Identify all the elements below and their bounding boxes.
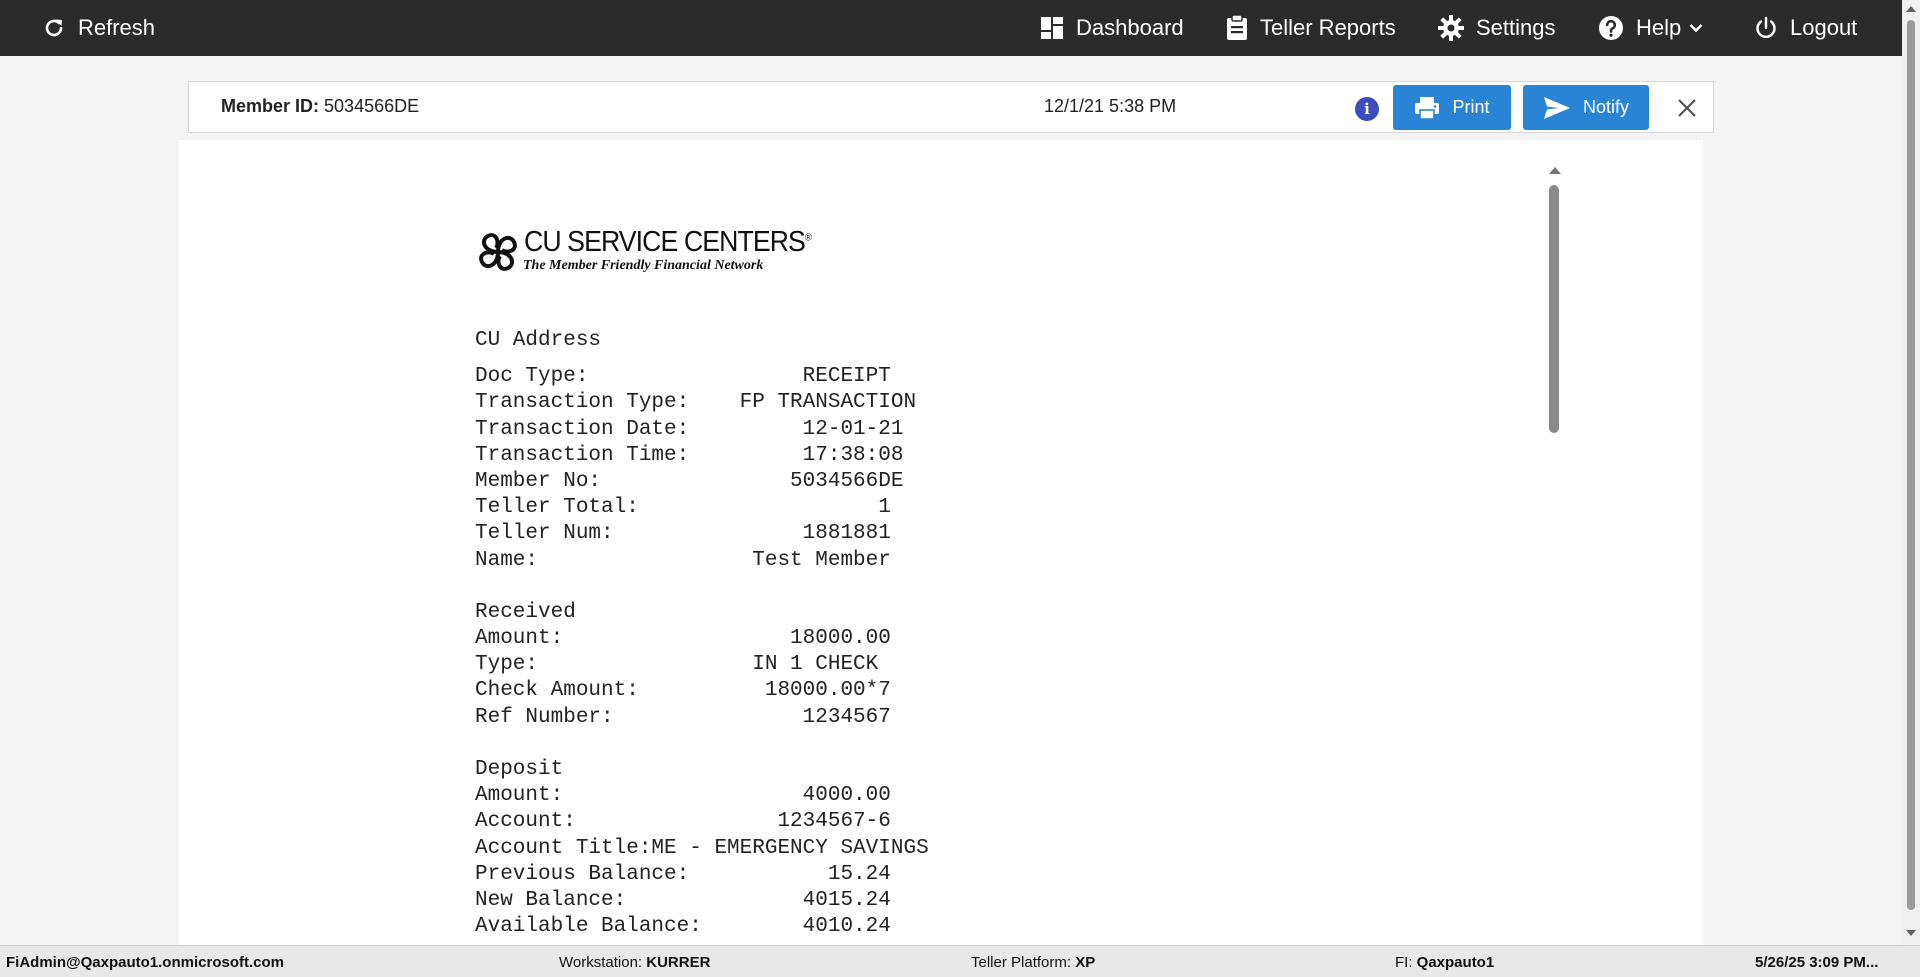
receipt-line: Received xyxy=(475,600,576,624)
status-teller-platform: Teller Platform: XP xyxy=(971,954,1096,971)
document-scrollbar[interactable] xyxy=(1546,165,1562,945)
send-icon xyxy=(1543,96,1571,120)
nav-dashboard[interactable]: Dashboard xyxy=(1040,0,1184,56)
print-label: Print xyxy=(1452,97,1490,117)
member-id-label: Member ID: xyxy=(221,96,320,116)
status-bar: FiAdmin@Qaxpauto1.onmicrosoft.com Workst… xyxy=(0,945,1920,977)
notify-label: Notify xyxy=(1582,97,1629,117)
printer-icon xyxy=(1414,96,1440,120)
status-datetime: 5/26/25 3:09 PM... xyxy=(1755,954,1879,971)
close-icon[interactable] xyxy=(1675,96,1699,120)
logo-swirl-icon xyxy=(479,233,517,271)
receipt-datetime: 12/1/21 5:38 PM xyxy=(1044,96,1177,116)
nav-teller-reports[interactable]: Teller Reports xyxy=(1226,0,1396,56)
receipt-line: Transaction Time: 17:38:08 xyxy=(475,443,904,467)
chevron-down-icon xyxy=(1689,23,1703,33)
clipboard-icon xyxy=(1226,15,1248,41)
status-user: FiAdmin@Qaxpauto1.onmicrosoft.com xyxy=(6,954,284,971)
receipt-line: Transaction Date: 12-01-21 xyxy=(475,417,904,441)
status-workstation: Workstation: KURRER xyxy=(559,954,711,971)
nav-help-dropdown[interactable]: Help xyxy=(1598,0,1703,56)
dashboard-icon xyxy=(1040,16,1064,40)
top-navigation-bar: Refresh Dashboard Teller Reports Setting… xyxy=(0,0,1902,56)
nav-settings[interactable]: Settings xyxy=(1438,0,1556,56)
receipt-line: CU Address xyxy=(475,329,602,352)
window-scroll-up-icon[interactable] xyxy=(1906,6,1916,12)
gear-icon xyxy=(1438,15,1464,41)
receipt-line: Teller Total: 1 xyxy=(475,496,891,520)
receipt-line xyxy=(475,731,929,757)
window-scroll-thumb[interactable] xyxy=(1907,20,1915,910)
scroll-up-arrow-icon[interactable] xyxy=(1549,167,1561,174)
refresh-button[interactable]: Refresh xyxy=(42,0,155,56)
window-scroll-down-icon[interactable] xyxy=(1906,930,1916,936)
logo-name: CU SERVICE CENTERS® xyxy=(524,226,812,258)
receipt-line: Check Amount: 18000.00*7 xyxy=(475,679,891,703)
help-label: Help xyxy=(1636,15,1682,40)
receipt-line: Deposit xyxy=(475,758,564,781)
receipt-line: Ref Number: 1234567 xyxy=(475,705,891,729)
document-scroll-thumb[interactable] xyxy=(1549,185,1559,433)
refresh-icon xyxy=(42,16,66,40)
receipt-line: Previous Balance: 15.24 xyxy=(475,862,891,886)
receipt-line: Account Title:ME - EMERGENCY SAVINGS xyxy=(475,836,929,860)
info-icon[interactable]: i xyxy=(1355,97,1379,121)
receipt-header-bar: Member ID: 5034566DE 12/1/21 5:38 PM i P… xyxy=(188,81,1714,133)
logo-tagline: The Member Friendly Financial Network xyxy=(523,258,764,273)
status-fi: FI: Qaxpauto1 xyxy=(1395,954,1495,971)
receipt-line: Amount: 4000.00 xyxy=(475,784,891,808)
receipt-text: CU Address Doc Type: RECEIPT Transaction T… xyxy=(475,328,929,940)
receipt-line: Doc Type: RECEIPT xyxy=(475,365,891,389)
receipt-line: New Balance: 4015.24 xyxy=(475,888,891,912)
receipt-document xyxy=(179,140,1703,945)
member-id: Member ID: 5034566DE xyxy=(221,96,419,117)
logout-label: Logout xyxy=(1790,15,1858,40)
teller-reports-label: Teller Reports xyxy=(1260,15,1396,40)
receipt-line: Teller Num: 1881881 xyxy=(475,522,891,546)
receipt-line xyxy=(475,574,929,600)
notify-button[interactable]: Notify xyxy=(1523,85,1649,130)
logout-button[interactable]: Logout xyxy=(1754,0,1857,56)
settings-label: Settings xyxy=(1476,15,1556,40)
power-icon xyxy=(1754,16,1778,40)
help-icon xyxy=(1598,15,1624,41)
receipt-line: Transaction Type: FP TRANSACTION xyxy=(475,391,917,415)
receipt-line: Available Balance: 4010.24 xyxy=(475,915,891,939)
refresh-label: Refresh xyxy=(78,15,156,40)
receipt-line: Name: Test Member xyxy=(475,548,891,572)
dashboard-label: Dashboard xyxy=(1076,15,1184,40)
print-button[interactable]: Print xyxy=(1393,85,1511,130)
window-scrollbar[interactable] xyxy=(1902,0,1920,945)
member-id-value: 5034566DE xyxy=(324,96,420,116)
receipt-line: Member No: 5034566DE xyxy=(475,469,904,493)
receipt-line: Type: IN 1 CHECK xyxy=(475,653,879,677)
receipt-line: Amount: 18000.00 xyxy=(475,627,891,651)
receipt-line: Account: 1234567-6 xyxy=(475,810,891,834)
cu-service-centers-logo: CU SERVICE CENTERS® The Member Friendly … xyxy=(474,222,812,282)
